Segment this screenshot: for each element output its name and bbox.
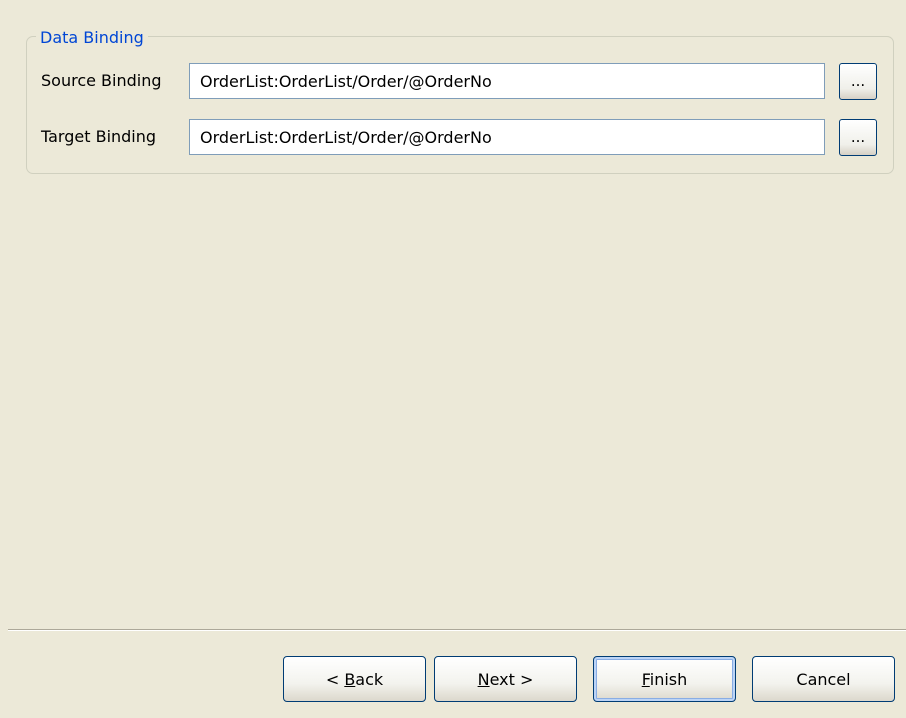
back-button[interactable]: < Back bbox=[283, 656, 426, 702]
cancel-button[interactable]: Cancel bbox=[752, 656, 895, 702]
button-bar-separator bbox=[8, 629, 906, 631]
source-binding-input[interactable] bbox=[189, 63, 825, 99]
next-button-label: ext > bbox=[489, 669, 534, 689]
next-button[interactable]: Next > bbox=[434, 656, 577, 702]
finish-button[interactable]: Finish bbox=[593, 656, 736, 702]
target-binding-input[interactable] bbox=[189, 119, 825, 155]
source-binding-label: Source Binding bbox=[41, 71, 162, 90]
back-button-prefix: < bbox=[325, 669, 345, 689]
finish-button-label: inish bbox=[649, 669, 688, 689]
next-button-mnemonic: N bbox=[477, 669, 490, 689]
back-button-label: ack bbox=[355, 669, 384, 689]
data-binding-group-title: Data Binding bbox=[36, 28, 148, 48]
back-button-mnemonic: B bbox=[344, 669, 356, 689]
target-binding-label: Target Binding bbox=[41, 127, 157, 146]
target-binding-browse-button[interactable]: ... bbox=[839, 119, 877, 156]
source-binding-browse-button[interactable]: ... bbox=[839, 63, 877, 100]
finish-button-mnemonic: F bbox=[641, 669, 650, 689]
